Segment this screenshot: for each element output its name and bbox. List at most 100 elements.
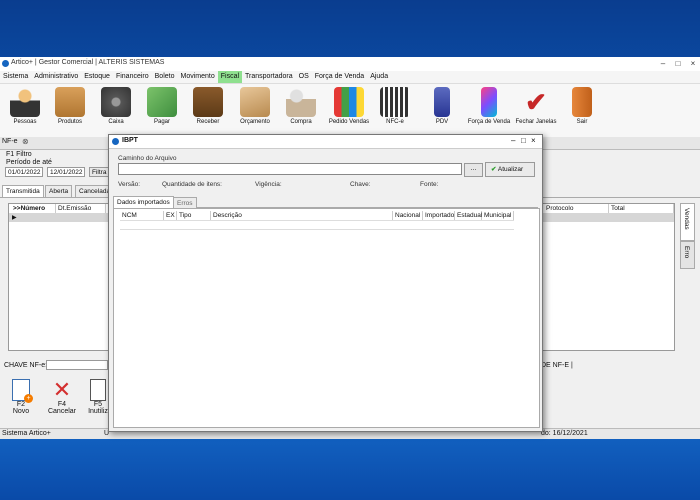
toolbar-pessoas-button[interactable]: Pessoas xyxy=(0,86,50,136)
chave-suffix-label: DE NF-E | xyxy=(541,362,573,369)
toolbar-label: NFC-e xyxy=(386,119,404,125)
main-titlebar: Artico+ | Gestor Comercial | ALTERIS SIS… xyxy=(0,57,700,72)
status-left: Sistema Artico+ xyxy=(2,430,51,437)
tab-nfe[interactable]: NF-e xyxy=(2,138,18,145)
dialog-tabstrip: Dados importados Erros xyxy=(113,196,538,210)
dialog-titlebar: IBPT – □ × xyxy=(109,135,542,149)
person-icon xyxy=(10,87,40,117)
toolbar-label: Compra xyxy=(290,119,312,125)
toolbar-produtos-button[interactable]: Produtos xyxy=(45,86,95,136)
toolbar-label: Sair xyxy=(576,119,588,125)
side-tabs: Vendas Erro xyxy=(678,203,695,349)
toolbar-label: Caixa xyxy=(108,119,124,125)
check-icon: ✔ xyxy=(491,166,497,173)
toolbar-sair-button[interactable]: Sair xyxy=(557,86,607,136)
minimize-icon[interactable]: – xyxy=(658,59,668,68)
chart-icon xyxy=(334,87,364,117)
dialog-close-icon[interactable]: × xyxy=(531,136,536,145)
chave-label: CHAVE NF-e: xyxy=(4,362,48,369)
cancelar-button[interactable]: ✕ F4 Cancelar xyxy=(46,379,78,421)
toolbar-receber-button[interactable]: Receber xyxy=(183,86,233,136)
col-ncm[interactable]: NCM xyxy=(120,211,164,220)
filter-button[interactable]: Filtra xyxy=(89,167,109,177)
maximize-icon[interactable]: □ xyxy=(673,59,683,68)
new-document-icon: + xyxy=(12,379,33,403)
wallet-icon xyxy=(193,87,223,117)
ibpt-dialog: IBPT – □ × Caminho do Arquivo ... ✔ Atua… xyxy=(108,134,543,432)
exit-door-icon xyxy=(572,87,592,117)
checkmark-icon: ✔ xyxy=(525,87,547,117)
cart-icon xyxy=(286,87,316,117)
col-ex[interactable]: EX xyxy=(164,211,177,220)
date-to-input[interactable]: 12/01/2022 xyxy=(47,167,85,177)
toolbar-compra-button[interactable]: Compra xyxy=(276,86,326,136)
close-icon[interactable]: × xyxy=(688,59,698,68)
side-tab-vendas[interactable]: Vendas xyxy=(680,203,695,241)
table-row[interactable] xyxy=(120,220,514,230)
menu-ajuda[interactable]: Ajuda xyxy=(367,71,391,83)
menu-estoque[interactable]: Estoque xyxy=(81,71,113,83)
status-right: do: 16/12/2021 xyxy=(541,430,588,437)
col-protocolo[interactable]: Protocolo xyxy=(544,204,609,213)
main-title: Artico+ | Gestor Comercial | ALTERIS SIS… xyxy=(11,59,165,66)
menu-movimento[interactable]: Movimento xyxy=(178,71,218,83)
toolbar-label: Pedido Vendas xyxy=(328,119,370,125)
ibpt-grid[interactable]: NCM EX Tipo Descrição Nacional Importado… xyxy=(113,208,540,428)
col-tipo[interactable]: Tipo xyxy=(177,211,211,220)
toolbar-pagar-button[interactable]: Pagar xyxy=(137,86,187,136)
toolbar-orcamento-button[interactable]: Orçamento xyxy=(230,86,280,136)
col-descricao[interactable]: Descrição xyxy=(211,211,393,220)
menu-os[interactable]: OS xyxy=(296,71,312,83)
menu-sistema[interactable]: Sistema xyxy=(0,71,31,83)
quantity-label: Quantidade de itens: xyxy=(162,181,222,188)
col-nacional[interactable]: Nacional xyxy=(393,211,423,220)
toolbar-label: Pagar xyxy=(153,119,170,125)
box-icon xyxy=(55,87,85,117)
menu-transportadora[interactable]: Transportadora xyxy=(242,71,296,83)
side-tab-erro[interactable]: Erro xyxy=(680,241,695,269)
toolbar-caixa-button[interactable]: Caixa xyxy=(91,86,141,136)
toolbar-fechar-janelas-button[interactable]: ✔ Fechar Janelas xyxy=(511,86,561,136)
menu-administrativo[interactable]: Administrativo xyxy=(31,71,81,83)
toolbar-pedido-vendas-button[interactable]: Pedido Vendas xyxy=(324,86,374,136)
col-numero[interactable]: >>Número xyxy=(11,204,56,213)
col-dt-emissao[interactable]: Dt.Emissão xyxy=(56,204,106,213)
update-button[interactable]: ✔ Atualizar xyxy=(485,162,535,177)
money-icon xyxy=(147,87,177,117)
novo-button[interactable]: + F2 Novo xyxy=(5,379,37,421)
col-importado[interactable]: Importado xyxy=(423,211,455,220)
col-total[interactable]: Total xyxy=(609,204,674,213)
tab-transmitida[interactable]: Transmitida xyxy=(2,185,44,198)
validity-label: Vigência: xyxy=(255,181,282,188)
menu-financeiro[interactable]: Financeiro xyxy=(113,71,152,83)
browse-button[interactable]: ... xyxy=(464,163,483,177)
tab-aberta[interactable]: Aberta xyxy=(45,185,73,198)
update-label: Atualizar xyxy=(497,166,524,173)
col-municipal[interactable]: Municipal xyxy=(482,211,514,220)
dialog-minimize-icon[interactable]: – xyxy=(511,136,515,145)
inutilizar-button[interactable]: F5 Inutiliz xyxy=(87,379,109,421)
close-tab-icon[interactable]: ⊗ xyxy=(22,137,29,146)
toolbar-pdv-button[interactable]: PDV xyxy=(417,86,467,136)
chave-input[interactable] xyxy=(46,360,108,370)
toolbar-label: Força de Venda xyxy=(467,119,511,125)
dialog-logo-icon xyxy=(112,138,119,145)
toolbar-nfce-button[interactable]: NFC-e xyxy=(370,86,420,136)
card-terminal-icon xyxy=(434,87,450,117)
menu-forca-de-venda[interactable]: Força de Venda xyxy=(312,71,367,83)
side-tab-label: Vendas xyxy=(683,208,690,230)
menu-boleto[interactable]: Boleto xyxy=(152,71,178,83)
toolbar-label: Orçamento xyxy=(240,119,270,125)
inutilizar-label: Inutiliz xyxy=(88,408,108,415)
path-input[interactable] xyxy=(118,163,462,175)
dialog-maximize-icon[interactable]: □ xyxy=(521,136,526,145)
date-from-input[interactable]: 01/01/2022 xyxy=(5,167,43,177)
key-label: Chave: xyxy=(350,181,371,188)
cancel-x-icon: ✕ xyxy=(52,377,72,402)
menu-fiscal[interactable]: Fiscal xyxy=(217,71,243,83)
toolbar-label: Produtos xyxy=(57,119,82,125)
col-estadual[interactable]: Estadual xyxy=(455,211,482,220)
version-label: Versão: xyxy=(118,181,141,188)
toolbar-forca-de-venda-button[interactable]: Força de Venda xyxy=(464,86,514,136)
period-label: Período de até xyxy=(6,159,52,166)
